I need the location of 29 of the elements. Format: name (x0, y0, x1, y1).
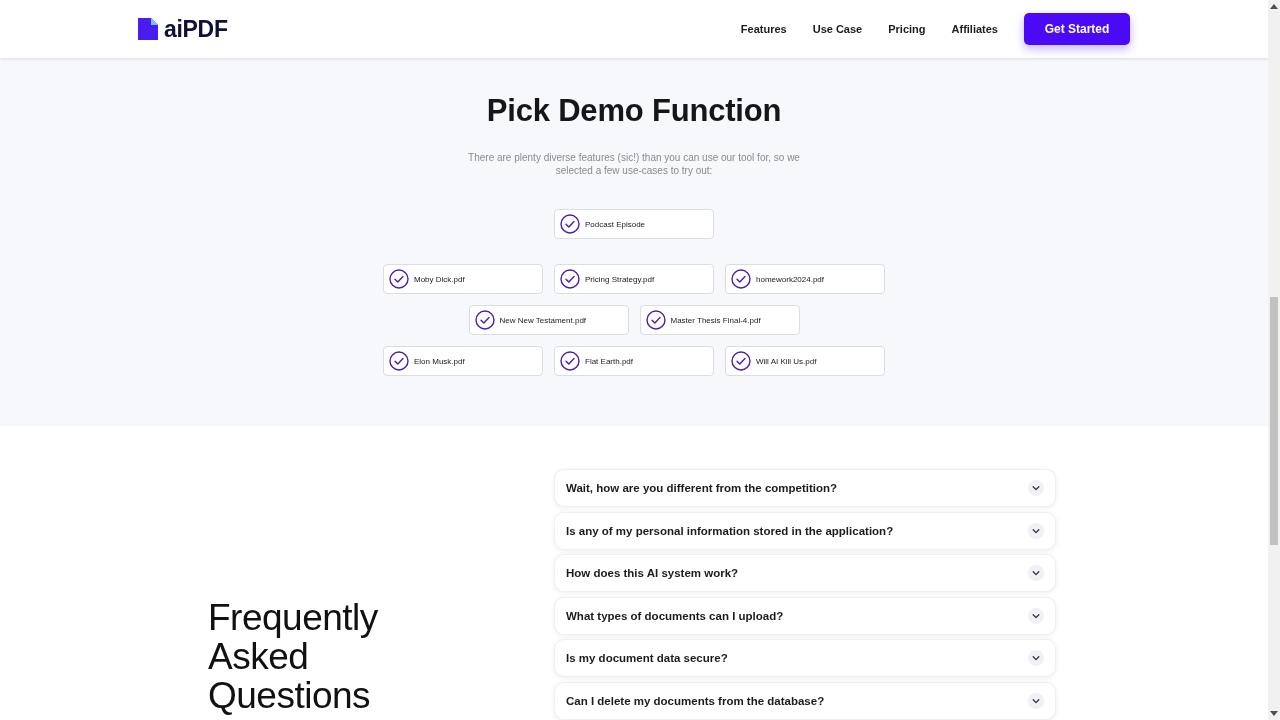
demo-option[interactable]: Pricing Strategy.pdf (554, 264, 714, 294)
logo-text[interactable]: aiPDF (164, 15, 228, 43)
demo-option[interactable]: Will AI Kill Us.pdf (725, 346, 885, 376)
get-started-button[interactable]: Get Started (1024, 13, 1130, 45)
faq-question[interactable]: Wait, how are you different from the competition? (554, 469, 1056, 507)
scrollbar[interactable] (1268, 0, 1280, 720)
faq-heading: Frequently Asked Questions (208, 598, 379, 715)
nav-link[interactable]: Use Case (812, 23, 863, 35)
demo-option[interactable]: Elon Musk.pdf (383, 346, 543, 376)
demo-option[interactable]: Moby Dick.pdf (383, 264, 543, 294)
faq-question[interactable]: Can I delete my documents from the database? (554, 681, 1056, 720)
faq-question[interactable]: Is my document data secure? (554, 639, 1056, 678)
document-icon (138, 18, 158, 40)
section-description: There are plenty diverse features (sic!) than you can use our tool for, so we selected a few use-cases to try out: (467, 151, 801, 177)
faq-question[interactable]: Is any of my personal information stored in the application? (554, 511, 1056, 550)
faq-question[interactable]: What types of documents can I upload? (554, 596, 1056, 635)
section-title: Pick Demo Function (486, 92, 782, 130)
nav-link[interactable]: Features (740, 23, 787, 35)
demo-option[interactable]: New New Testament.pdf (468, 305, 629, 335)
demo-option[interactable]: Master Thesis Final-4.pdf (639, 305, 800, 335)
scroll-down-icon[interactable] (1270, 711, 1278, 716)
scroll-up-icon[interactable] (1270, 4, 1278, 9)
nav-link[interactable]: Pricing (888, 23, 926, 35)
demo-option[interactable]: Flat Earth.pdf (554, 346, 714, 376)
demo-option[interactable]: Podcast Episode (554, 209, 714, 239)
scrollbar-thumb[interactable] (1270, 297, 1278, 545)
demo-option[interactable]: homework2024.pdf (725, 264, 885, 294)
faq-question[interactable]: How does this AI system work? (554, 554, 1056, 593)
nav-link[interactable]: Affiliates (951, 23, 998, 35)
